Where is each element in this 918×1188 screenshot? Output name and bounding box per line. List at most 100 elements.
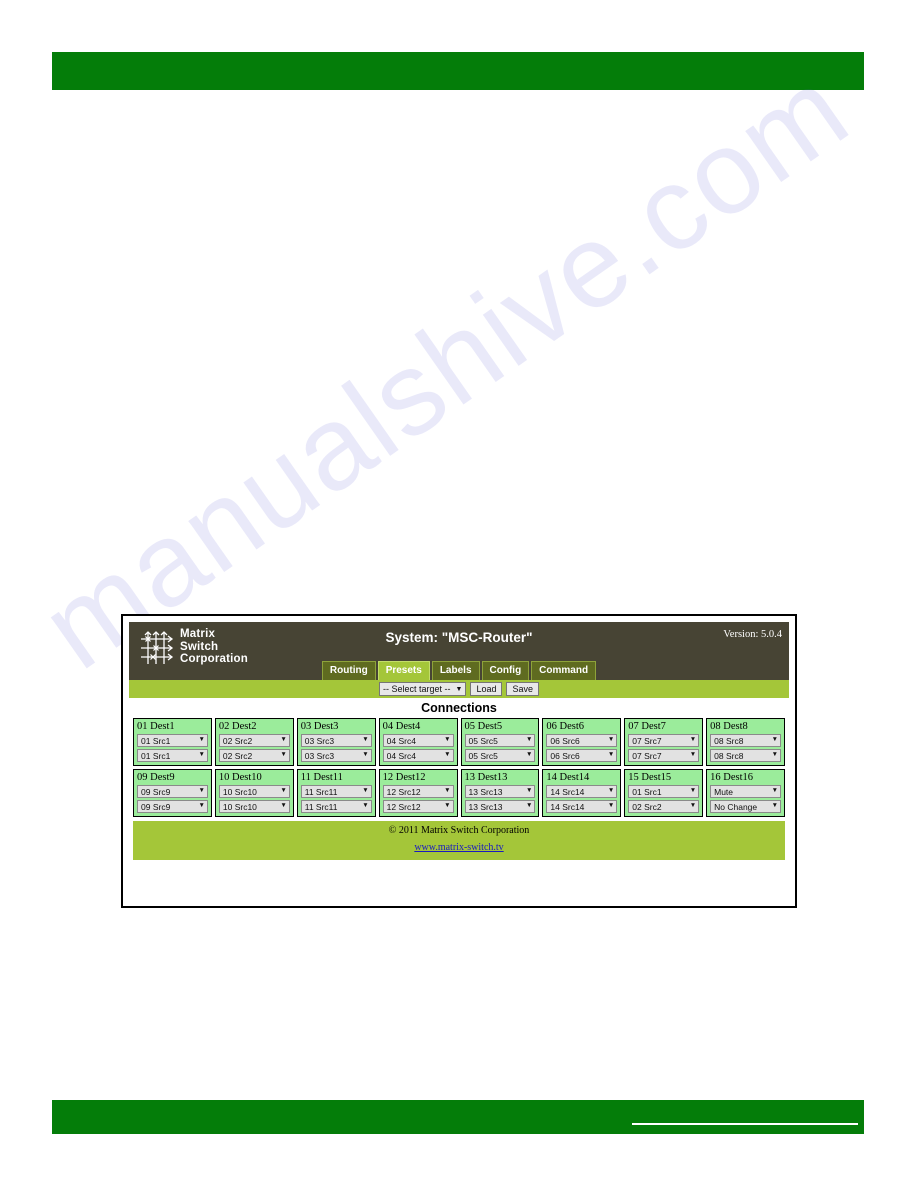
connections-grid: 01 Dest1 01 Src1 ▼ 01 Src1 ▼ 02 Dest2 02 S…	[133, 718, 785, 817]
destination-cell-07: 07 Dest7 07 Src7 ▼ 07 Src7 ▼	[624, 718, 704, 766]
audio-source-value: 11 Src11	[304, 801, 338, 812]
destination-cell-12: 12 Dest12 12 Src12 ▼ 12 Src12 ▼	[378, 769, 458, 817]
video-source-value: 05 Src5	[468, 735, 498, 746]
video-source-value: 12 Src12	[386, 786, 421, 797]
chevron-down-icon: ▼	[280, 802, 287, 810]
chevron-down-icon: ▼	[689, 787, 697, 795]
video-source-select[interactable]: 09 Src9 ▼	[137, 785, 208, 798]
audio-source-value: 13 Src13	[468, 801, 503, 812]
tab-command[interactable]: Command	[531, 661, 597, 680]
video-source-value: 14 Src14	[550, 786, 585, 797]
chevron-down-icon: ▼	[607, 802, 615, 810]
video-source-select[interactable]: 08 Src8 ▼	[710, 734, 781, 747]
destination-label: 11 Dest11	[300, 772, 343, 783]
video-source-select[interactable]: 02 Src2 ▼	[218, 734, 290, 747]
save-preset-button[interactable]: Save	[506, 682, 539, 696]
destination-label: 04 Dest4	[382, 721, 421, 732]
chevron-down-icon: ▼	[525, 802, 533, 810]
video-source-select[interactable]: 06 Src6 ▼	[546, 734, 618, 747]
audio-source-value: 07 Src7	[632, 750, 662, 761]
video-source-select[interactable]: 01 Src1 ▼	[628, 785, 700, 798]
audio-source-select[interactable]: 10 Src10 ▼	[218, 800, 290, 813]
chevron-down-icon: ▼	[198, 802, 205, 810]
audio-source-select[interactable]: 07 Src7 ▼	[628, 749, 700, 762]
chevron-down-icon: ▼	[525, 736, 533, 744]
audio-source-value: 02 Src2	[222, 750, 253, 761]
audio-source-value: 03 Src3	[304, 750, 335, 761]
chevron-down-icon: ▼	[444, 802, 451, 810]
main-tab-bar: Routing Presets Labels Config Command	[129, 661, 789, 680]
destination-cell-01: 01 Dest1 01 Src1 ▼ 01 Src1 ▼	[133, 718, 212, 766]
chevron-down-icon: ▼	[525, 787, 533, 795]
audio-source-select[interactable]: 11 Src11 ▼	[300, 800, 372, 813]
video-source-select[interactable]: 14 Src14 ▼	[546, 785, 618, 798]
chevron-down-icon: ▼	[198, 736, 205, 744]
audio-source-select[interactable]: 05 Src5 ▼	[464, 749, 536, 762]
audio-source-select[interactable]: 13 Src13 ▼	[464, 800, 536, 813]
tab-labels[interactable]: Labels	[431, 661, 480, 680]
audio-source-select[interactable]: 04 Src4 ▼	[382, 749, 454, 762]
video-source-select[interactable]: 03 Src3 ▼	[300, 734, 372, 747]
chevron-down-icon: ▼	[771, 736, 778, 744]
audio-source-value: 10 Src10	[222, 801, 257, 812]
audio-source-value: 08 Src8	[714, 750, 744, 761]
video-source-select[interactable]: 07 Src7 ▼	[628, 734, 700, 747]
audio-source-select[interactable]: 08 Src8 ▼	[710, 749, 781, 762]
destination-label: 13 Dest13	[464, 772, 508, 783]
tab-config[interactable]: Config	[481, 661, 530, 680]
video-source-select[interactable]: 12 Src12 ▼	[382, 785, 454, 798]
copyright-text: © 2011 Matrix Switch Corporation	[388, 825, 530, 836]
audio-source-select[interactable]: 03 Src3 ▼	[300, 749, 372, 762]
chevron-down-icon: ▼	[607, 751, 615, 759]
video-source-select[interactable]: 10 Src10 ▼	[218, 785, 290, 798]
audio-source-select[interactable]: 01 Src1 ▼	[137, 749, 208, 762]
tab-routing[interactable]: Routing	[321, 661, 376, 680]
chevron-down-icon: ▼	[689, 802, 697, 810]
audio-source-value: 12 Src12	[386, 801, 421, 812]
audio-source-select[interactable]: No Change ▼	[710, 800, 781, 813]
audio-source-value: No Change	[714, 801, 758, 812]
video-source-select[interactable]: 04 Src4 ▼	[382, 734, 454, 747]
destination-label: 07 Dest7	[628, 721, 666, 732]
audio-source-select[interactable]: 02 Src2 ▼	[218, 749, 290, 762]
chevron-down-icon: ▼	[525, 751, 533, 759]
destination-label: 10 Dest10	[218, 772, 262, 783]
audio-source-select[interactable]: 12 Src12 ▼	[382, 800, 454, 813]
video-source-value: 11 Src11	[304, 786, 338, 797]
firmware-version: Version: 5.0.4	[723, 629, 782, 640]
video-source-select[interactable]: Mute ▼	[710, 785, 781, 798]
chevron-down-icon: ▼	[362, 751, 369, 759]
video-source-select[interactable]: 05 Src5 ▼	[464, 734, 536, 747]
audio-source-select[interactable]: 14 Src14 ▼	[546, 800, 618, 813]
audio-source-select[interactable]: 06 Src6 ▼	[546, 749, 618, 762]
video-source-select[interactable]: 01 Src1 ▼	[137, 734, 208, 747]
chevron-down-icon: ▼	[689, 751, 697, 759]
video-source-select[interactable]: 13 Src13 ▼	[464, 785, 536, 798]
video-source-value: 13 Src13	[468, 786, 503, 797]
load-preset-button[interactable]: Load	[470, 682, 503, 696]
preset-target-select[interactable]: -- Select target -- ▼	[378, 682, 467, 696]
tab-presets[interactable]: Presets	[377, 661, 430, 680]
company-website-link[interactable]: www.matrix-switch.tv	[414, 842, 503, 854]
audio-source-select[interactable]: 09 Src9 ▼	[137, 800, 208, 813]
app-header: Matrix Switch Corporation System: "MSC-R…	[129, 622, 789, 680]
destination-label: 12 Dest12	[382, 772, 426, 783]
destination-cell-15: 15 Dest15 01 Src1 ▼ 02 Src2 ▼	[624, 769, 704, 817]
destination-cell-13: 13 Dest13 13 Src13 ▼ 13 Src13 ▼	[460, 769, 540, 817]
video-source-value: Mute	[714, 786, 734, 797]
preset-target-select-value: -- Select target --	[382, 683, 451, 694]
audio-source-value: 04 Src4	[386, 750, 416, 761]
chevron-down-icon: ▼	[771, 787, 778, 795]
audio-source-value: 14 Src14	[550, 801, 585, 812]
connections-heading: Connections	[421, 701, 497, 715]
destination-cell-05: 05 Dest5 05 Src5 ▼ 05 Src5 ▼	[460, 718, 540, 766]
audio-source-select[interactable]: 02 Src2 ▼	[628, 800, 700, 813]
destination-cell-04: 04 Dest4 04 Src4 ▼ 04 Src4 ▼	[378, 718, 458, 766]
page-top-banner	[52, 52, 864, 90]
chevron-down-icon: ▼	[607, 787, 615, 795]
chevron-down-icon: ▼	[362, 787, 369, 795]
destination-cell-08: 08 Dest8 08 Src8 ▼ 08 Src8 ▼	[706, 718, 785, 766]
chevron-down-icon: ▼	[444, 736, 451, 744]
video-source-select[interactable]: 11 Src11 ▼	[300, 785, 372, 798]
destination-label: 02 Dest2	[218, 721, 257, 732]
